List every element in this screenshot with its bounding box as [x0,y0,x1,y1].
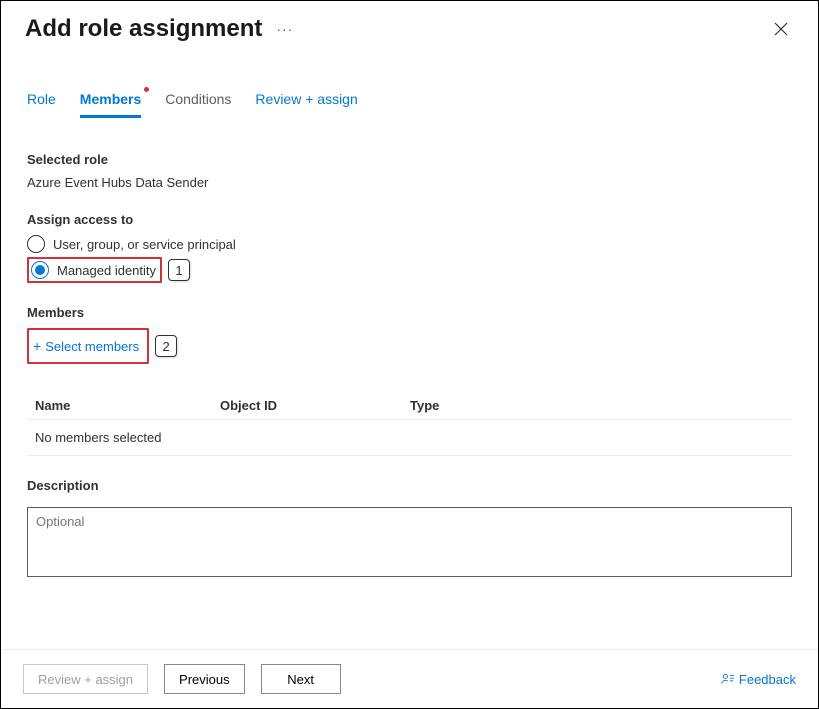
feedback-link[interactable]: Feedback [721,672,796,687]
col-type: Type [410,398,784,413]
review-assign-button: Review + assign [23,664,148,694]
select-members-button[interactable]: + Select members [31,332,143,360]
tab-changed-indicator [144,87,149,92]
tab-review[interactable]: Review + assign [255,91,357,118]
members-table-empty-row: No members selected [27,420,792,456]
selected-role-value: Azure Event Hubs Data Sender [27,175,792,190]
radio-user-group[interactable]: User, group, or service principal [27,235,792,253]
radio-icon-unselected [27,235,45,253]
feedback-label: Feedback [739,672,796,687]
col-name: Name [35,398,220,413]
col-objectid: Object ID [220,398,410,413]
callout-1: 1 [168,259,190,281]
members-label: Members [27,305,792,320]
selected-role-label: Selected role [27,152,792,167]
footer-bar: Review + assign Previous Next Feedback [1,649,818,708]
radio-managed-identity[interactable]: Managed identity [31,261,156,279]
tab-members[interactable]: Members [80,91,141,118]
close-icon [774,22,788,36]
tab-members-label: Members [80,91,141,107]
radio-managed-identity-label: Managed identity [57,263,156,278]
close-button[interactable] [770,18,792,40]
feedback-icon [721,672,735,686]
highlight-managed-identity: Managed identity [27,257,162,283]
radio-icon-selected [31,261,49,279]
page-title: Add role assignment [25,15,262,43]
tab-conditions[interactable]: Conditions [165,91,231,118]
callout-2: 2 [155,335,177,357]
tab-role[interactable]: Role [27,91,56,118]
description-input[interactable] [27,507,792,577]
radio-user-group-label: User, group, or service principal [53,237,236,252]
previous-button[interactable]: Previous [164,664,245,694]
tabs-bar: Role Members Conditions Review + assign [1,43,818,118]
more-actions[interactable]: ··· [276,21,293,37]
description-label: Description [27,478,792,493]
select-members-label: Select members [45,339,139,354]
plus-icon: + [33,338,41,354]
next-button[interactable]: Next [261,664,341,694]
highlight-select-members: + Select members [27,328,149,364]
assign-access-label: Assign access to [27,212,792,227]
members-table-header: Name Object ID Type [27,392,792,420]
